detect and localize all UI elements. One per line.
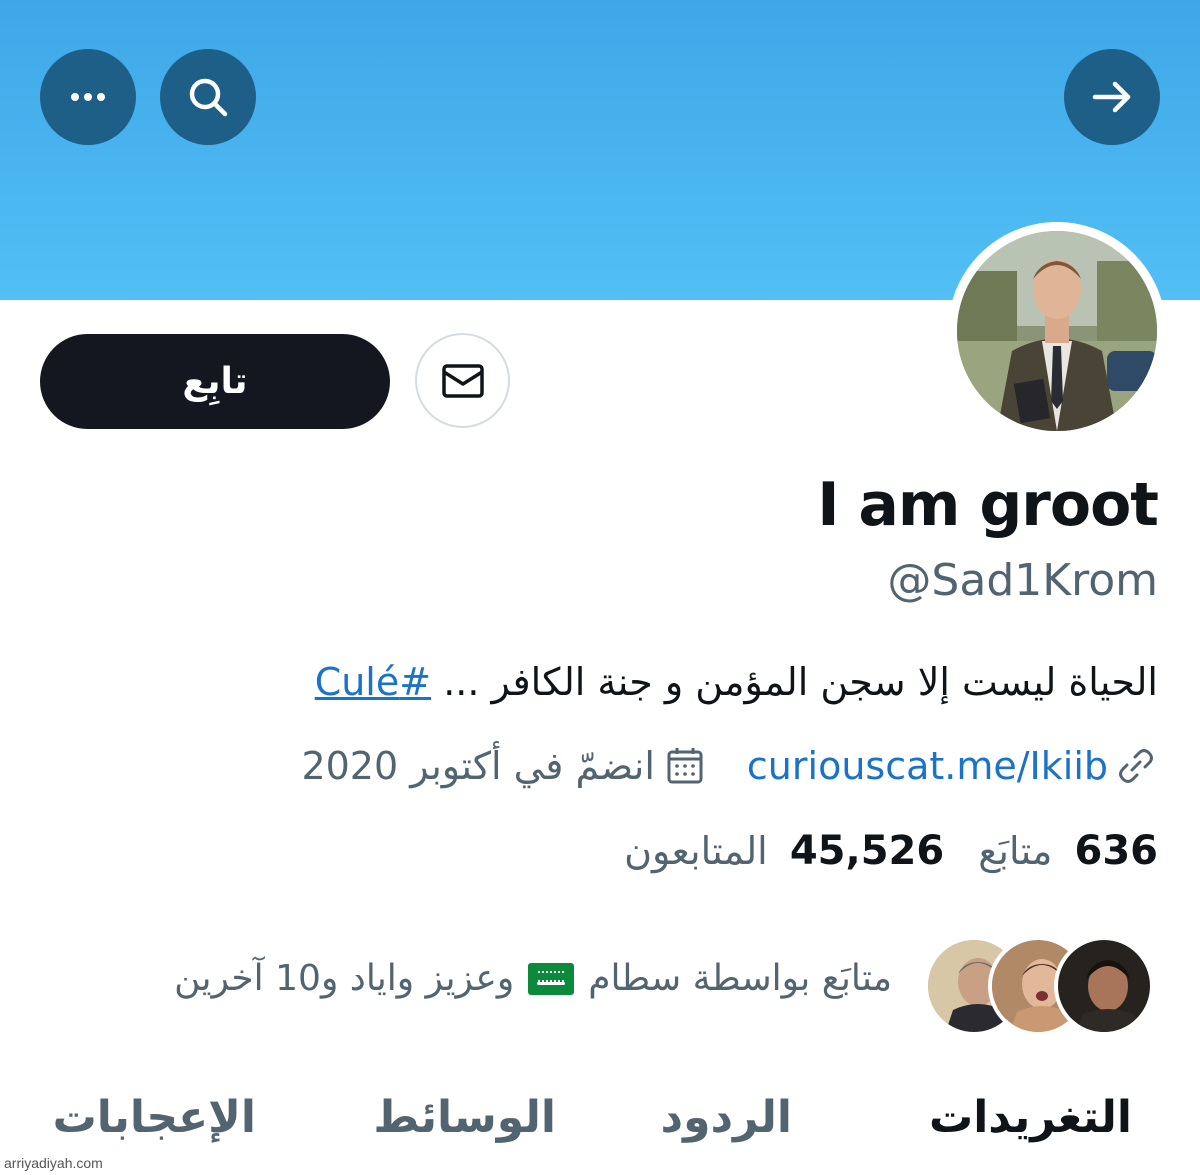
tab-replies[interactable]: الردود [661,1092,792,1143]
more-horizontal-icon [71,93,105,101]
followers-count: 45,526 [789,828,945,874]
link-icon [1119,749,1153,783]
profile-website-link[interactable]: curiouscat.me/Ikiib [747,744,1108,788]
calendar-icon [667,748,703,784]
tab-media[interactable]: الوسائط [373,1092,556,1143]
message-button[interactable] [415,333,510,428]
envelope-icon [441,363,484,398]
avatar-photo [957,231,1157,431]
arrow-right-icon [1092,81,1131,113]
bio-text: الحياة ليست إلا سجن المؤمن و جنة الكافر … [443,660,1158,704]
followed-by-text[interactable]: متابَع بواسطة سطام وعزيز واياد و10 آخرين [174,958,892,999]
profile-stats: 636 متابَع 45,526 المتابعون [624,828,1158,874]
following-label: متابَع [978,829,1053,873]
followers-stat[interactable]: 45,526 المتابعون [624,828,944,874]
saudi-flag-icon [528,962,575,995]
followed-by-suffix: وعزيز واياد و10 آخرين [174,958,515,999]
more-button[interactable] [40,49,136,145]
following-count: 636 [1074,828,1159,874]
profile-avatar[interactable] [948,222,1166,440]
search-button[interactable] [160,49,256,145]
back-button[interactable] [1064,49,1160,145]
following-stat[interactable]: 636 متابَع [978,828,1158,874]
tab-likes[interactable]: الإعجابات [53,1092,256,1143]
user-handle: @Sad1Krom [887,555,1158,606]
followed-by-prefix: متابَع بواسطة سطام [588,958,892,999]
follower-avatar[interactable] [1054,936,1154,1036]
profile-meta: curiouscat.me/Ikiib انضمّ في أكتوبر 2020 [301,738,1158,794]
tab-tweets[interactable]: التغريدات [929,1092,1132,1143]
followers-label: المتابعون [624,829,768,873]
profile-bio: الحياة ليست إلا سجن المؤمن و جنة الكافر … [315,660,1158,704]
joined-text: انضمّ في أكتوبر 2020 [301,744,655,788]
follow-button[interactable]: تابِع [40,334,390,429]
joined-date: انضمّ في أكتوبر 2020 [301,744,706,788]
watermark: arriyadiyah.com [4,1155,103,1171]
bio-hashtag-link[interactable]: #Culé [315,660,431,704]
display-name: I am groot [817,470,1159,540]
search-icon [189,78,228,117]
